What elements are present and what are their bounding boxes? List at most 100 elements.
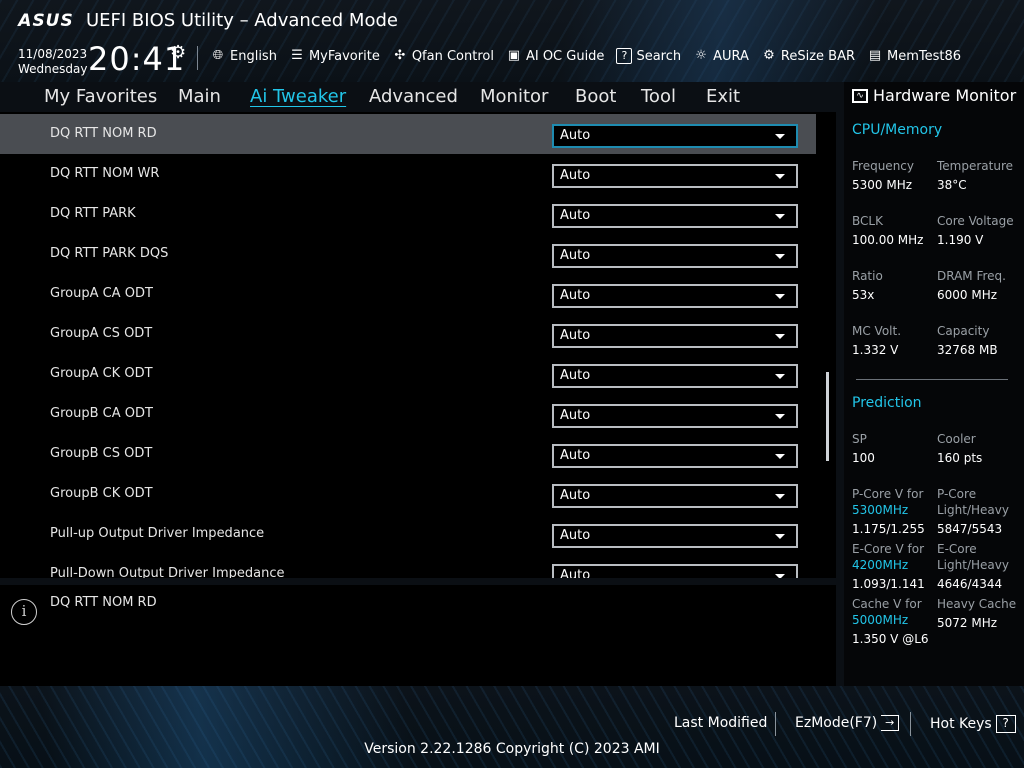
setting-select[interactable]: Auto [552, 284, 798, 308]
setting-row[interactable]: DQ RTT NOM RD Auto [0, 114, 816, 154]
setting-row[interactable]: GroupA CK ODT Auto [0, 354, 816, 394]
tab-monitor[interactable]: Monitor [480, 86, 548, 107]
setting-select[interactable]: Auto [552, 164, 798, 188]
setting-select[interactable]: Auto [552, 204, 798, 228]
setting-row[interactable]: GroupA CA ODT Auto [0, 274, 816, 314]
memory-icon: ▤ [868, 48, 882, 63]
monitor-icon: ∿ [852, 88, 868, 103]
scrollbar-thumb[interactable] [826, 372, 829, 461]
select-value: Auto [560, 448, 591, 463]
favorite-list-icon: ☰ [291, 48, 303, 63]
footer-divider [775, 712, 776, 736]
bclk-value: 100.00 MHz [852, 233, 924, 247]
tab-tool[interactable]: Tool [641, 86, 676, 107]
app-title: UEFI BIOS Utility – Advanced Mode [86, 10, 398, 31]
dram-freq-value: 6000 MHz [937, 288, 998, 302]
info-icon: i [11, 599, 37, 625]
setting-select[interactable]: Auto [552, 404, 798, 428]
setting-select[interactable]: Auto [552, 444, 798, 468]
tab-ai-tweaker[interactable]: Ai Tweaker [250, 86, 346, 107]
help-panel: i DQ RTT NOM RD [0, 585, 836, 686]
resize-bar-icon: ⚙ [763, 48, 775, 63]
chevron-down-icon [775, 254, 785, 259]
setting-label: GroupA CK ODT [50, 366, 153, 381]
toolbar-language-button[interactable]: 🌐︎ English [210, 48, 277, 64]
setting-select[interactable]: Auto [552, 564, 798, 578]
asus-logo: ASUS [18, 11, 74, 31]
ecore-light-heavy-value: 4646/4344 [937, 577, 1003, 591]
toolbar-label: Qfan Control [411, 48, 494, 64]
toolbar-resize-bar-button[interactable]: ⚙ ReSize BAR [761, 48, 855, 64]
toolbar-ai-oc-guide-button[interactable]: ▣ AI OC Guide [506, 48, 605, 64]
select-value: Auto [560, 528, 591, 543]
ecore-v-freq: 4200MHz [852, 558, 909, 572]
toolbar-label: English [230, 48, 277, 64]
select-value: Auto [560, 208, 591, 223]
tab-exit[interactable]: Exit [706, 86, 740, 107]
ezmode-button[interactable]: EzMode(F7) → [795, 715, 900, 731]
tab-main[interactable]: Main [178, 86, 221, 107]
cache-v-label: Cache V for 5000MHz [852, 596, 922, 628]
toolbar-label: ReSize BAR [780, 48, 856, 64]
date-text: 11/08/2023 [18, 47, 88, 61]
cache-v-value: 1.350 V @L6 [852, 632, 929, 646]
aura-light-icon: ☼ [695, 48, 707, 63]
tab-advanced[interactable]: Advanced [369, 86, 458, 107]
question-box-icon: ? [616, 48, 633, 64]
chevron-down-icon [775, 494, 785, 499]
pcore-light-heavy-label: P-Core Light/Heavy [937, 487, 1009, 517]
setting-select[interactable]: Auto [552, 364, 798, 388]
setting-row[interactable]: GroupB CK ODT Auto [0, 474, 816, 514]
setting-row[interactable]: Pull-Down Output Driver Impedance Auto [0, 554, 816, 578]
setting-row[interactable]: DQ RTT NOM WR Auto [0, 154, 816, 194]
setting-select[interactable]: Auto [552, 524, 798, 548]
select-value: Auto [560, 248, 591, 263]
toolbar-search-button[interactable]: ? Search [616, 48, 681, 64]
exit-arrow-icon: → [881, 715, 900, 731]
chevron-down-icon [775, 574, 785, 578]
toolbar-myfavorite-button[interactable]: ☰ MyFavorite [289, 48, 380, 64]
setting-label: GroupA CA ODT [50, 286, 153, 301]
capacity-value: 32768 MB [937, 343, 998, 357]
setting-row[interactable]: Pull-up Output Driver Impedance Auto [0, 514, 816, 554]
header-divider [197, 46, 198, 70]
setting-select[interactable]: Auto [552, 244, 798, 268]
setting-select[interactable]: Auto [552, 124, 798, 148]
hotkeys-label: Hot Keys [930, 716, 992, 732]
cache-v-freq: 5000MHz [852, 613, 909, 627]
setting-select[interactable]: Auto [552, 484, 798, 508]
setting-row[interactable]: GroupB CA ODT Auto [0, 394, 816, 434]
gear-icon[interactable]: ⚙ [170, 42, 186, 63]
setting-row[interactable]: DQ RTT PARK Auto [0, 194, 816, 234]
setting-row[interactable]: GroupA CS ODT Auto [0, 314, 816, 354]
setting-label: Pull-Down Output Driver Impedance [50, 566, 285, 578]
tab-my-favorites[interactable]: My Favorites [44, 86, 157, 107]
setting-row[interactable]: DQ RTT PARK DQS Auto [0, 234, 816, 274]
setting-label: Pull-up Output Driver Impedance [50, 526, 265, 541]
select-value: Auto [560, 128, 591, 143]
setting-label: GroupB CS ODT [50, 446, 153, 461]
chevron-down-icon [775, 414, 785, 419]
hardware-monitor-title: ∿ Hardware Monitor [852, 86, 1016, 105]
last-modified-button[interactable]: Last Modified [674, 715, 767, 731]
toolbar-label: AI OC Guide [525, 48, 605, 64]
chip-icon: ▣ [507, 48, 521, 63]
select-value: Auto [560, 488, 591, 503]
toolbar-aura-button[interactable]: ☼ AURA [693, 48, 749, 64]
mc-volt-value: 1.332 V [852, 343, 899, 357]
footer-divider [910, 712, 911, 736]
setting-label: GroupB CK ODT [50, 486, 153, 501]
toolbar-qfan-button[interactable]: ✣ Qfan Control [392, 48, 494, 64]
hotkeys-button[interactable]: Hot Keys ? [930, 715, 1016, 733]
hw-divider [856, 379, 1008, 380]
setting-row[interactable]: GroupB CS ODT Auto [0, 434, 816, 474]
toolbar-label: MemTest86 [887, 48, 962, 64]
bclk-label: BCLK [852, 214, 883, 228]
setting-select[interactable]: Auto [552, 324, 798, 348]
chevron-down-icon [775, 334, 785, 339]
sp-label: SP [852, 432, 867, 446]
ratio-value: 53x [852, 288, 875, 302]
toolbar-memtest-button[interactable]: ▤ MemTest86 [867, 48, 961, 64]
setting-label: DQ RTT PARK DQS [50, 246, 169, 261]
tab-boot[interactable]: Boot [575, 86, 616, 107]
